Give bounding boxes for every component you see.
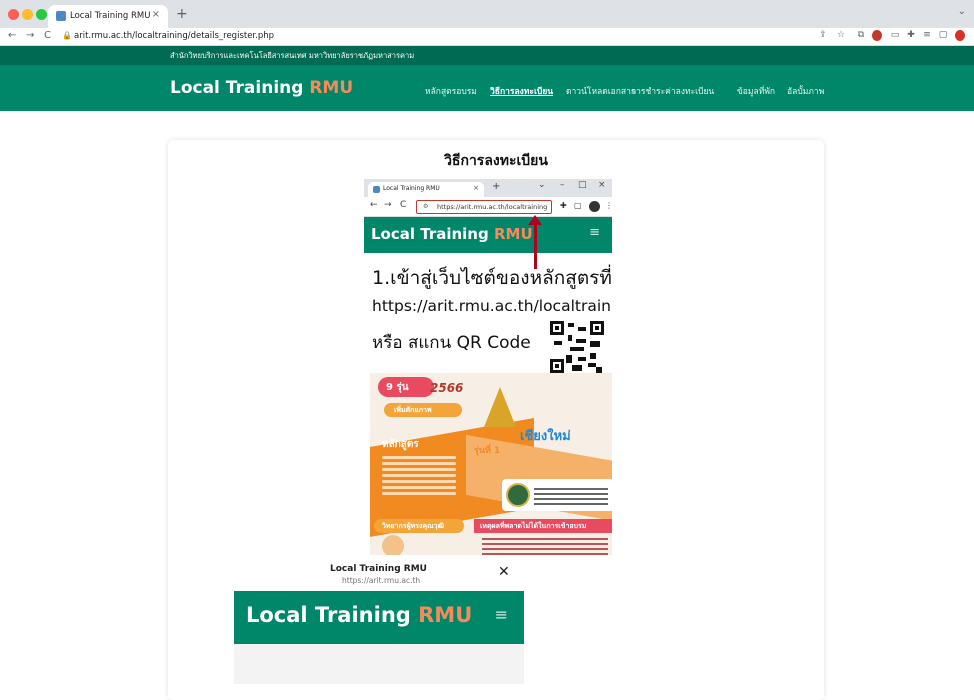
browser-tab[interactable]: Local Training RMU × (48, 5, 168, 28)
tab-close-button[interactable]: × (152, 9, 160, 20)
chevron-down-icon: ⌄ (538, 180, 546, 190)
profile-icon[interactable] (955, 30, 965, 41)
course-poster: 9 รุ่น 2566 เพิ่มศักยภาพ เชียงใหม่ รุ่นท… (370, 373, 612, 555)
extension-icon[interactable] (872, 30, 882, 41)
popup-brand: Local Training RMU (246, 603, 472, 627)
popup-title: Local Training RMU (330, 564, 427, 574)
guide-address-bar: ⚙ https://arit.rmu.ac.th/localtraining (416, 200, 552, 214)
poster-reason: เหตุผลที่พลาดไม่ได้ในการเข้าอบรม (474, 519, 612, 533)
university-seal-icon (506, 483, 530, 507)
site-org-bar: สำนักวิทยบริการและเทคโนโลยีสารสนเทศ มหาว… (0, 46, 974, 65)
minimize-icon: – (560, 180, 565, 190)
reading-list-icon[interactable]: ≡ (922, 30, 932, 41)
poster-round: รุ่นที่ 1 (474, 446, 501, 456)
minimize-window-button[interactable] (22, 9, 33, 20)
qr-code-icon (550, 321, 604, 373)
site-icon: ⚙ (423, 203, 429, 210)
guide-brand-accent: RMU (493, 225, 533, 243)
guide-toolbar: ← → C ⚙ https://arit.rmu.ac.th/localtrai… (364, 197, 612, 217)
nav-downloads[interactable]: ดาวน์โหลดเอกสาร (566, 84, 635, 98)
menu-dots-icon: ⋮ (605, 201, 612, 210)
close-icon: × (473, 184, 479, 192)
star-icon[interactable]: ☆ (836, 30, 846, 41)
poster-year: 2566 (430, 381, 464, 395)
favicon-icon (56, 11, 66, 21)
popup-brand-accent: RMU (418, 603, 473, 627)
guide-site-header: Local Training RMU ≡ (364, 217, 612, 253)
avatar-icon (589, 201, 600, 212)
trainer-photo (382, 535, 404, 555)
tab-title: Local Training RMU (70, 11, 151, 21)
popup-url: https://arit.rmu.ac.th (342, 576, 421, 585)
puzzle-icon[interactable]: ✚ (906, 30, 916, 41)
site-navbar: Local Training RMU หลักสูตรอบรม วิธีการล… (0, 65, 974, 111)
address-bar[interactable]: 🔒 arit.rmu.ac.th/localtraining/details_r… (60, 30, 800, 44)
extension-icon[interactable]: ▭ (890, 30, 900, 41)
sidepanel-icon[interactable]: ▢ (938, 30, 948, 41)
maximize-icon: □ (578, 180, 587, 190)
nav-payment[interactable]: การชำระค่าลงทะเบียน (631, 84, 714, 98)
forward-icon: → (384, 200, 392, 210)
popup-body (234, 644, 524, 684)
site-brand[interactable]: Local Training RMU (170, 78, 353, 98)
step-text: 1.เข้าสู่เว็บไซต์ของหลักสูตรที่ (372, 267, 612, 289)
share-icon[interactable]: ⇪ (818, 30, 828, 41)
content-card: วิธีการลงทะเบียน Local Training RMU × + … (168, 140, 824, 700)
nav-registration[interactable]: วิธีการลงทะเบียน (490, 84, 553, 98)
nav-album[interactable]: อัลบั้มภาพ (787, 84, 824, 98)
brand-main: Local Training (170, 78, 304, 98)
favicon-icon (373, 186, 380, 193)
sidepanel-icon: ▢ (574, 201, 582, 210)
popup-brand-main: Local Training (246, 603, 411, 627)
browser-toolbar: ← → C 🔒 arit.rmu.ac.th/localtraining/det… (0, 28, 974, 46)
poster-city: เชียงใหม่ (520, 429, 571, 444)
close-icon: × (598, 180, 606, 190)
nav-accommodation[interactable]: ข้อมูลที่พัก (737, 84, 775, 98)
maximize-window-button[interactable] (36, 9, 47, 20)
guide-url: https://arit.rmu.ac.th/localtraining (437, 203, 548, 211)
registration-guide-image: Local Training RMU × + ⌄ – □ × ← → C ⚙ h… (364, 179, 612, 555)
poster-pill: เพิ่มศักยภาพ (384, 403, 462, 417)
close-icon: ✕ (498, 564, 510, 580)
guide-tab: Local Training RMU × (368, 182, 484, 197)
poster-curriculum: หลักสูตร (382, 439, 419, 450)
browser-tab-bar: Local Training RMU × + ⌄ (0, 0, 974, 28)
guide-brand: Local Training RMU (371, 225, 533, 243)
address-url[interactable]: arit.rmu.ac.th/localtraining/details_reg… (74, 31, 274, 41)
reload-button[interactable]: C (44, 30, 51, 41)
arrow-head-icon (528, 215, 542, 225)
reload-icon: C (400, 200, 407, 210)
org-name: สำนักวิทยบริการและเทคโนโลยีสารสนเทศ มหาว… (170, 51, 415, 60)
page-title: วิธีการลงทะเบียน (444, 153, 548, 169)
popup-site-header: Local Training RMU ≡ (234, 591, 524, 644)
puzzle-icon: ✚ (560, 201, 567, 210)
close-window-button[interactable] (8, 9, 19, 20)
guide-brand-main: Local Training (371, 225, 489, 243)
temple-icon (484, 387, 516, 427)
step-url: https://arit.rmu.ac.th/localtraining (372, 297, 612, 315)
lock-icon: 🔒 (62, 31, 72, 40)
guide-tab-title: Local Training RMU (383, 185, 440, 192)
back-icon: ← (370, 200, 378, 210)
tab-search-button[interactable]: ⌄ (958, 6, 966, 17)
brand-accent: RMU (309, 78, 354, 98)
poster-trainer: วิทยากรผู้ทรงคุณวุฒิ (374, 519, 464, 533)
hamburger-icon: ≡ (589, 225, 600, 240)
plus-icon: + (492, 181, 501, 192)
hamburger-icon: ≡ (494, 605, 508, 624)
step-or-text: หรือ สแกน QR Code (372, 333, 531, 353)
back-button[interactable]: ← (8, 30, 16, 41)
forward-button[interactable]: → (26, 30, 34, 41)
guide-tab-bar: Local Training RMU × + ⌄ – □ × (364, 179, 612, 197)
poster-badge: 9 รุ่น (378, 377, 434, 397)
extension-icon[interactable]: ⧉ (856, 30, 866, 41)
nav-courses[interactable]: หลักสูตรอบรม (425, 84, 477, 98)
new-tab-button[interactable]: + (176, 6, 188, 22)
